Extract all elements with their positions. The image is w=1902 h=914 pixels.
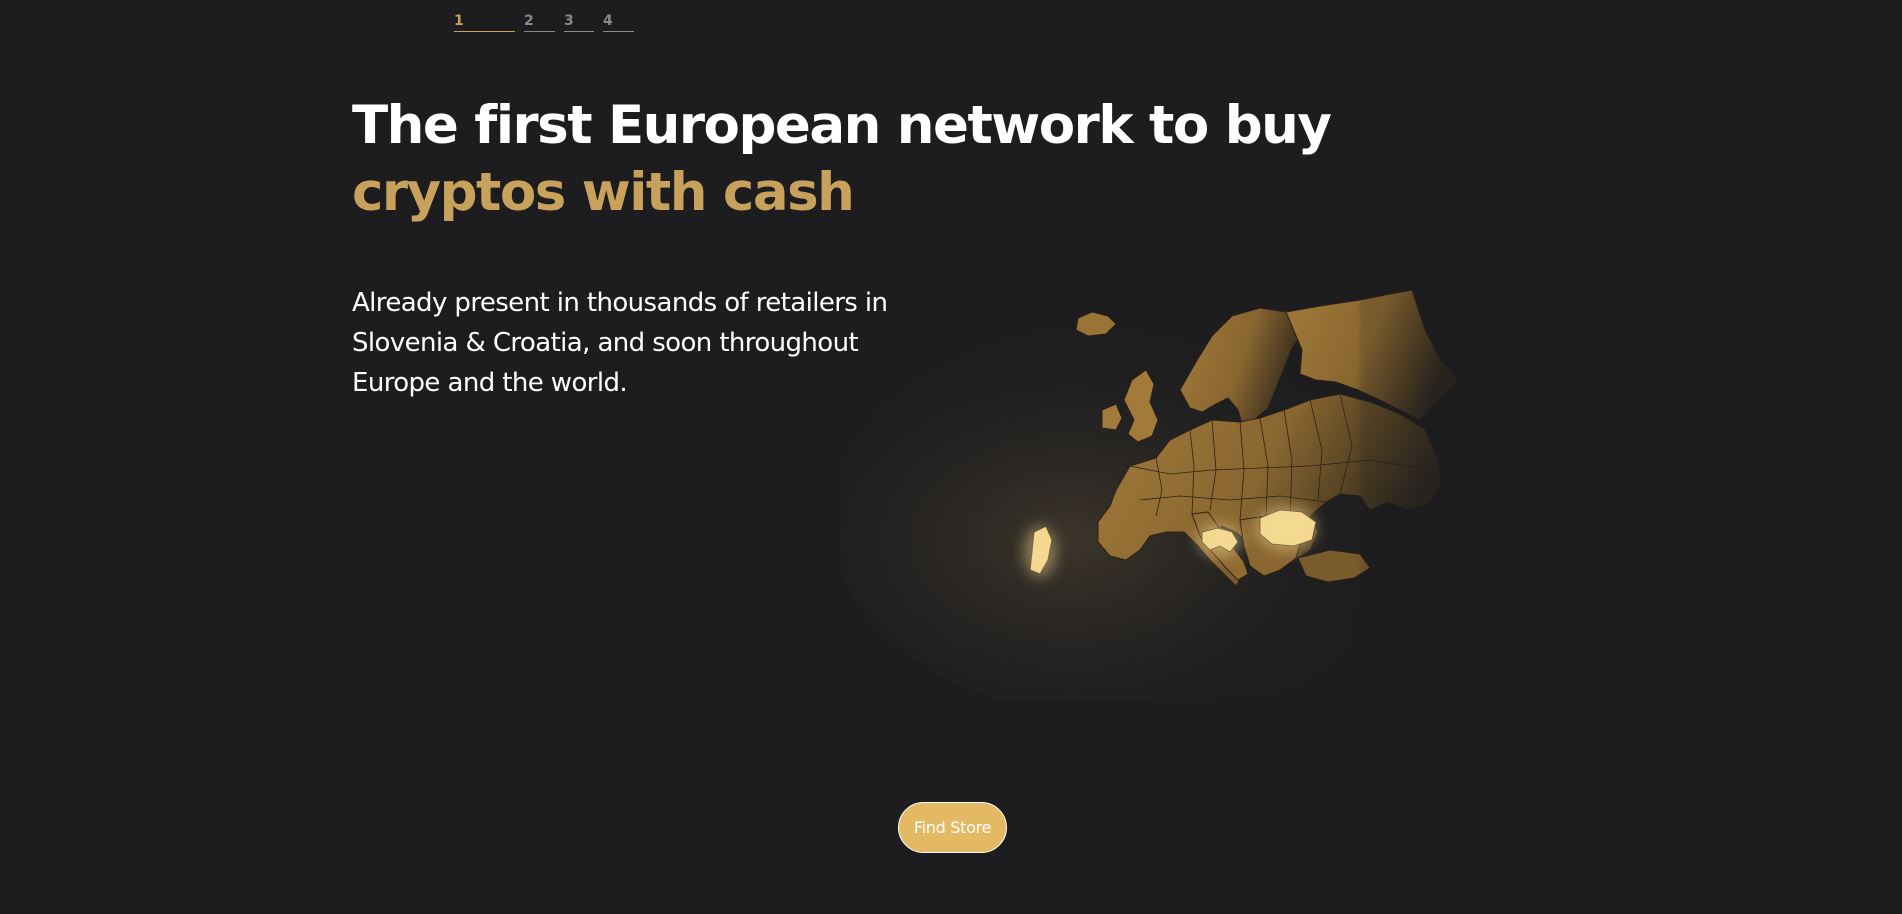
step-tab-3[interactable]: 3 [564,12,594,32]
headline-line-2: cryptos with cash [352,162,855,223]
europe-map-illustration [840,270,1490,700]
headline-line-1: The first European network to buy [352,95,1332,156]
hero-subtext: Already present in thousands of retailer… [352,288,888,398]
step-tabs: 1 2 3 4 [454,12,634,32]
hero-headline: The first European network to buy crypto… [352,92,1332,226]
step-tab-2[interactable]: 2 [524,12,555,32]
step-tab-4[interactable]: 4 [603,12,634,32]
europe-map [840,270,1490,700]
page: 1 2 3 4 The first European network to bu… [0,0,1902,914]
find-store-button[interactable]: Find Store [898,802,1007,853]
step-tab-1[interactable]: 1 [454,12,515,32]
